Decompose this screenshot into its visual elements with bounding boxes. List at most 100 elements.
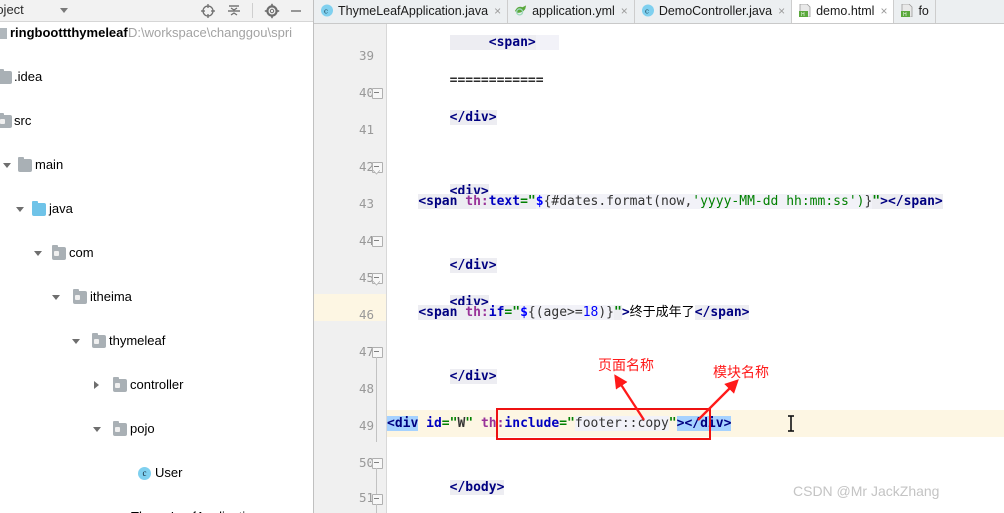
tab-application-yml[interactable]: application.yml × [508,0,635,23]
annotation-arrow-module-name [697,379,739,421]
line-number: 47 [358,344,374,359]
code-token: {#dates.format(now, [543,194,693,209]
code-token: 终于成年了 [629,305,695,320]
code-token: <div [387,416,419,431]
code-line-39: ============ [387,40,544,88]
code-token: =" [520,194,536,209]
close-icon[interactable]: × [880,0,887,23]
tree-item-label: User [155,465,183,480]
tree-item-label: main [35,157,64,172]
code-token: </div> [449,110,497,125]
code-token: " [465,416,474,431]
code-token: th: [465,194,489,209]
code-token: text [488,194,521,209]
code-line-40: </div> [387,77,497,125]
tree-item-label: itheima [90,289,132,304]
chevron-down-icon[interactable] [60,8,68,13]
tree-row-idea[interactable]: .idea [0,66,313,88]
chevron-down-icon[interactable] [3,161,12,170]
tree-row-thymeleaf[interactable]: thymeleaf [0,330,313,352]
code-token: </div> [449,369,497,384]
editor-gutter[interactable]: 39 40 41 42 43 44 45 46 47 48 49 50 51 [314,24,387,513]
svg-text:c: c [645,8,649,16]
fold-marker[interactable] [372,494,383,513]
code-text-area[interactable]: <span> ============ </div> <div> <span t… [387,24,1004,513]
tab-democontroller-java[interactable]: c DemoController.java × [634,0,793,23]
ide-window: roject [0,0,1004,513]
project-tree[interactable]: ringboottthymeleaf D:\workspace\changgou… [0,22,313,513]
code-line-46: <span th:if="${(age>=18)}">终于成年了</span> [387,299,750,326]
tree-row-controller[interactable]: controller [0,374,313,396]
close-icon[interactable]: × [494,0,501,23]
tree-row-com[interactable]: com [0,242,313,264]
fold-marker[interactable] [372,273,383,286]
chevron-down-icon[interactable] [16,205,25,214]
code-token: > [621,305,630,320]
fold-marker[interactable] [372,347,383,442]
code-token: {(age>= [527,305,583,320]
java-class-icon: c [320,2,334,17]
collapse-all-icon[interactable] [226,3,242,19]
chevron-down-icon[interactable] [34,249,43,258]
fold-marker[interactable] [372,88,383,99]
tree-row-src[interactable]: src [0,110,313,132]
tab-label: fo [918,4,929,18]
tree-item-label: controller [130,377,184,392]
tab-demo-html[interactable]: H demo.html × [792,0,895,23]
line-number: 46 [358,307,374,322]
close-icon[interactable]: × [621,0,628,23]
yml-file-icon [514,2,528,16]
tree-item-label: src [14,113,32,128]
tree-row-itheima[interactable]: itheima [0,286,313,308]
project-panel-title[interactable]: roject [0,2,24,17]
tree-row-java[interactable]: java [0,198,313,220]
fold-marker[interactable] [372,162,383,175]
tab-footer-html[interactable]: H fo [894,0,936,23]
code-token: <span [418,194,458,209]
chevron-down-icon[interactable] [72,337,81,346]
code-line-42: <div> [387,151,489,199]
code-token: include [504,416,560,431]
code-line-44: </div> [387,225,497,273]
html-file-icon: H [900,2,914,18]
tree-row-thymeleafapplication[interactable]: ThymeLeafApplication [0,506,313,513]
close-icon[interactable]: × [778,0,785,23]
tab-label: DemoController.java [658,4,773,18]
code-token: $ [520,305,528,320]
folder-pkg-icon [52,245,66,260]
line-number: 50 [358,455,374,470]
code-token: > [880,194,888,209]
fold-marker[interactable] [372,236,383,247]
code-token: " [872,194,881,209]
code-token: th: [480,416,505,431]
folder-pkg-icon [113,377,127,392]
minimize-icon[interactable] [288,3,304,19]
code-token: </span> [694,305,750,320]
svg-text:H: H [801,12,805,17]
code-token: if [488,305,505,320]
code-token: 'yyyy-MM-dd hh:mm:ss') [692,194,865,209]
module-icon [0,28,7,39]
html-file-icon: H [798,2,812,18]
tree-row-main[interactable]: main [0,154,313,176]
code-token: <span [418,305,458,320]
code-line-47: </div> [387,336,497,384]
tree-item-label: ThymeLeafApplication [131,506,260,513]
code-token: </span> [887,194,943,209]
chevron-right-icon[interactable] [93,381,102,390]
locate-target-icon[interactable] [200,3,216,19]
gear-icon[interactable] [264,3,280,19]
tree-row-pojo[interactable]: pojo [0,418,313,440]
chevron-down-icon[interactable] [93,425,102,434]
tree-item-label: com [69,245,94,260]
tree-row-user[interactable]: c User [0,462,313,484]
tab-label: application.yml [532,4,615,18]
line-number: 40 [358,85,374,100]
fold-marker[interactable] [372,458,383,496]
tab-label: ThymeLeafApplication.java [338,4,489,18]
tree-row-module-root[interactable]: ringboottthymeleaf D:\workspace\changgou… [0,22,313,44]
tab-thymeleafapplication-java[interactable]: c ThymeLeafApplication.java × [314,0,509,23]
line-number: 43 [358,196,374,211]
tab-label: demo.html [816,4,875,18]
chevron-down-icon[interactable] [52,293,61,302]
